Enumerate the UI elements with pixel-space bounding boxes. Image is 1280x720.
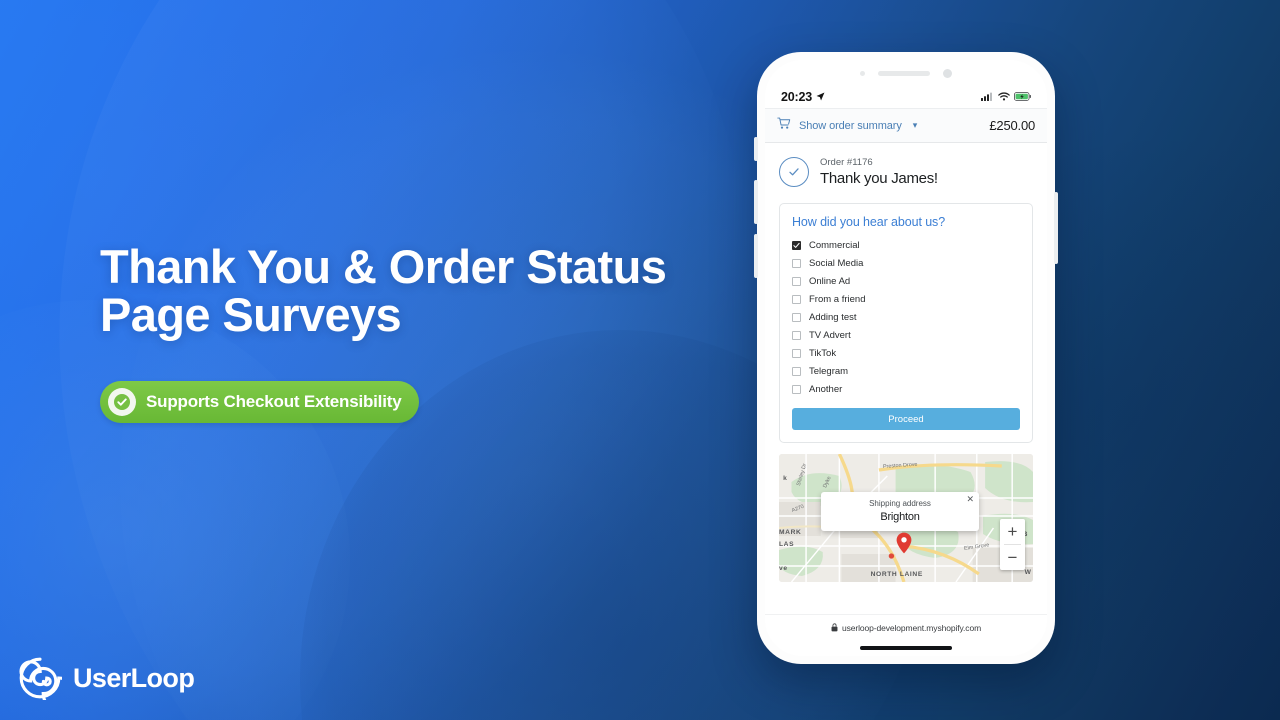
survey-option-label: From a friend [809,293,866,305]
svg-text:LAS: LAS [779,541,794,548]
checkbox-icon[interactable] [792,330,801,340]
browser-address-bar[interactable]: userloop-development.myshopify.com [765,614,1047,640]
order-number: Order #1176 [820,157,873,168]
checkbox-icon[interactable] [792,312,801,322]
status-time: 20:23 [781,90,812,104]
survey-options-list: Commercial Social Media Online Ad From a fr… [792,236,1020,398]
map-pin-icon[interactable] [896,532,912,554]
checkbox-icon[interactable] [792,294,801,304]
show-order-summary-label: Show order summary [799,119,902,132]
survey-option[interactable]: Social Media [792,254,1020,272]
cellular-signal-icon [981,88,994,106]
survey-option-label: Commercial [809,239,860,251]
survey-option-label: Online Ad [809,275,851,287]
survey-option[interactable]: TV Advert [792,326,1020,344]
status-bar-left: 20:23 [781,88,825,106]
wifi-icon [998,88,1010,106]
svg-text:ve: ve [779,565,788,572]
spiral-logo-icon [18,656,62,700]
survey-option-label: Social Media [809,257,864,269]
survey-card: How did you hear about us? Commercial Soc… [779,203,1033,443]
home-indicator-icon [765,640,1047,656]
survey-option-label: Adding test [809,311,857,323]
svg-text:k: k [783,475,787,482]
checkbox-checked-icon[interactable] [792,240,801,250]
checkbox-icon[interactable] [792,384,801,394]
badge-label: Supports Checkout Extensibility [146,392,402,411]
tooltip-label: Shipping address [869,499,931,508]
survey-question: How did you hear about us? [792,215,946,229]
svg-text:MARK: MARK [779,529,801,536]
status-badge: Supports Checkout Extensibility [100,381,420,423]
zoom-in-button[interactable]: + [1000,519,1025,544]
chevron-down-icon: ▾ [912,120,918,130]
checkbox-icon[interactable] [792,366,801,376]
thank-you-block: Order #1176 Thank you James! [765,143,1047,200]
phone-screen: 20:23 Show order summary ▾ £250.00 Order… [765,60,1047,656]
battery-charging-icon [1014,88,1031,106]
survey-option[interactable]: Commercial [792,236,1020,254]
svg-text:W: W [1025,569,1032,576]
power-button[interactable] [1054,192,1058,264]
survey-option-label: TikTok [809,347,837,359]
silent-switch[interactable] [754,137,758,161]
location-arrow-icon [816,88,825,106]
headline-line-2: Page Surveys [100,288,402,341]
promo-graphic: Thank You & Order Status Page Surveys Su… [0,0,1280,720]
check-circle-icon [108,388,136,416]
survey-option-label: TV Advert [809,329,851,341]
shopping-cart-icon [777,117,791,135]
survey-option-label: Another [809,383,843,395]
headline-line-1: Thank You & Order Status [100,240,667,293]
order-summary-bar[interactable]: Show order summary ▾ £250.00 [765,108,1047,143]
background-swoop [0,0,1280,720]
checkout-page: Show order summary ▾ £250.00 Order #1176 [765,108,1047,656]
status-bar: 20:23 [765,86,1047,108]
checkbox-icon[interactable] [792,348,801,358]
thank-you-text: Order #1176 Thank you James! [820,157,938,187]
hero-copy: Thank You & Order Status Page Surveys [100,243,720,339]
survey-option[interactable]: Another [792,380,1020,398]
order-total: £250.00 [989,118,1035,133]
sensor-dot-icon [860,70,865,76]
volume-up-button[interactable] [754,180,758,224]
survey-option[interactable]: Telegram [792,362,1020,380]
survey-option-label: Telegram [809,365,849,377]
phone-notch [765,60,1047,86]
proceed-button[interactable]: Proceed [792,408,1020,430]
thank-you-title: Thank you James! [820,170,938,187]
volume-down-button[interactable] [754,234,758,278]
front-camera-icon [943,68,952,78]
url-text: userloop-development.myshopify.com [841,622,982,633]
status-bar-right [981,88,1031,106]
earpiece-speaker-icon [878,70,930,76]
close-icon[interactable]: ✕ [966,495,974,504]
phone-mockup: 20:23 Show order summary ▾ £250.00 Order… [754,52,1058,664]
map-zoom-controls[interactable]: + − [1000,519,1025,570]
zoom-out-button[interactable]: − [1000,545,1025,570]
tooltip-value: Brighton [880,511,920,523]
survey-option[interactable]: From a friend [792,290,1020,308]
survey-option[interactable]: Online Ad [792,272,1020,290]
shipping-map[interactable]: Preston Drove Elm Grove Shirley Dr Dyke … [779,454,1033,582]
survey-option[interactable]: TikTok [792,344,1020,362]
page-title: Thank You & Order Status Page Surveys [100,243,720,339]
checkbox-icon[interactable] [792,276,801,286]
home-indicator-bar [860,646,952,650]
svg-text:NORTH LAINE: NORTH LAINE [871,571,923,578]
checkbox-icon[interactable] [792,258,801,268]
map-tooltip: ✕ Shipping address Brighton [821,492,979,531]
survey-option[interactable]: Adding test [792,308,1020,326]
check-circle-outline-icon [779,157,809,187]
brand-name: UserLoop [73,662,195,693]
brand-logo: UserLoop [18,656,195,700]
lock-icon [831,619,838,637]
order-summary-toggle[interactable]: Show order summary ▾ [777,117,917,135]
